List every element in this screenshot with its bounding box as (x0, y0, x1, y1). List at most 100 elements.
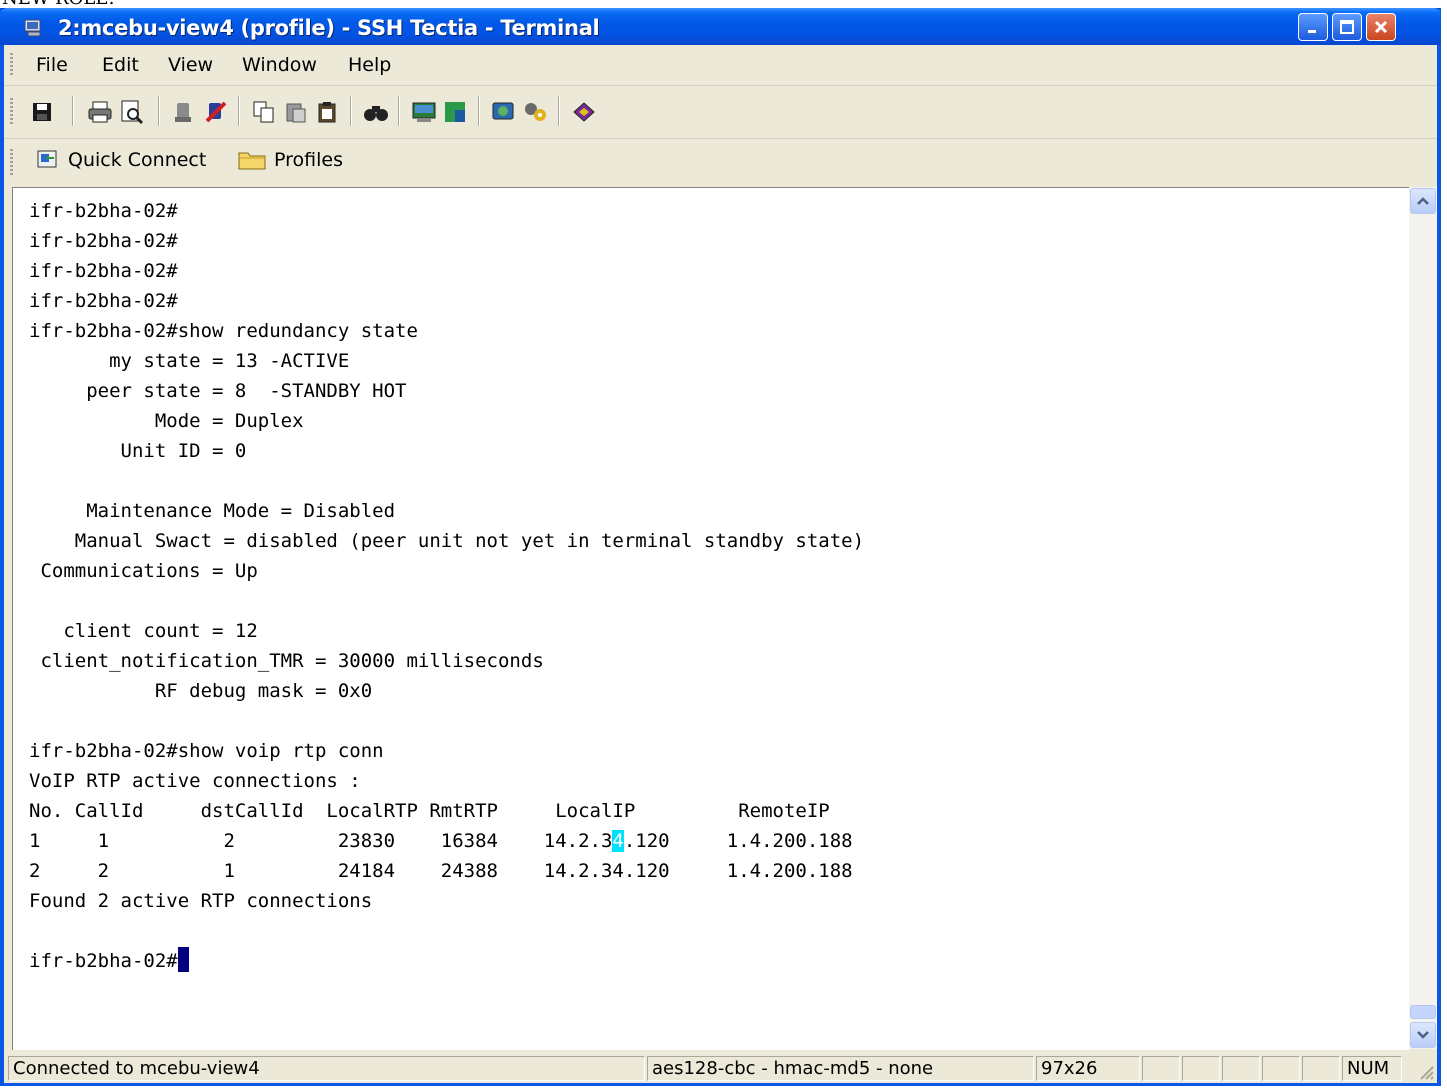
terminal-prompt: ifr-b2bha-02# (29, 950, 178, 972)
paste-special-button[interactable] (314, 98, 342, 126)
top-text-fragment: NEW ROLE: (0, 0, 1447, 8)
maximize-icon (1340, 20, 1354, 34)
status-panel-empty (1142, 1056, 1180, 1081)
terminal-line: Maintenance Mode = Disabled (29, 500, 396, 522)
chevron-down-icon (1417, 1031, 1429, 1039)
find-icon (364, 106, 388, 121)
print-preview-icon (121, 100, 144, 125)
toolbar-separator (558, 96, 560, 126)
quick-connect-button[interactable]: Quick Connect (36, 149, 206, 171)
terminal-prompt-line: ifr-b2bha-02# (29, 946, 864, 976)
status-panel-empty (1182, 1056, 1220, 1081)
menu-file[interactable]: File (36, 54, 68, 76)
folder-icon (238, 152, 266, 170)
terminal-area[interactable]: ifr-b2bha-02# ifr-b2bha-02# ifr-b2bha-02… (12, 187, 1409, 1050)
ssh-tectia-window: 2:mcebu-view4 (profile) - SSH Tectia - T… (0, 8, 1441, 1086)
toolbar-separator (72, 96, 74, 126)
settings-button[interactable] (490, 98, 518, 126)
toolbar-separator (398, 96, 400, 126)
connect-icon (175, 103, 191, 122)
terminal-line: Mode = Duplex (29, 410, 304, 432)
status-panel-empty (1262, 1056, 1300, 1081)
status-panel-empty (1222, 1056, 1260, 1081)
chevron-up-icon (1417, 197, 1429, 205)
menu-edit[interactable]: Edit (102, 54, 139, 76)
terminal-line: Manual Swact = disabled (peer unit not y… (29, 530, 865, 552)
quick-connect-icon (37, 150, 57, 168)
paste-button[interactable] (282, 98, 310, 126)
title-bar[interactable]: 2:mcebu-view4 (profile) - SSH Tectia - T… (0, 8, 1441, 45)
quickbar-grip[interactable] (10, 149, 13, 177)
settings-icon (492, 102, 514, 120)
terminal-line: ifr-b2bha-02#show redundancy state (29, 320, 418, 342)
menu-window[interactable]: Window (242, 54, 317, 76)
maximize-button[interactable] (1332, 13, 1362, 41)
terminal-line: client_notification_TMR = 30000 millisec… (29, 650, 544, 672)
paste-icon (286, 103, 306, 123)
profile-settings-button[interactable] (522, 98, 550, 126)
terminal-line: ifr-b2bha-02#show voip rtp conn (29, 740, 384, 762)
terminal-line: ifr-b2bha-02# (29, 260, 178, 282)
terminal-line: Communications = Up (29, 560, 258, 582)
terminal-line: my state = 13 -ACTIVE (29, 350, 350, 372)
new-file-transfer-button[interactable] (442, 98, 470, 126)
scroll-up-button[interactable] (1410, 188, 1436, 214)
help-button[interactable] (570, 98, 598, 126)
find-button[interactable] (362, 98, 390, 126)
terminal-line: No. CallId dstCallId LocalRTP RmtRTP Loc… (29, 800, 830, 822)
toolbar-separator (350, 96, 352, 126)
menu-help[interactable]: Help (348, 54, 391, 76)
terminal-line: peer state = 8 -STANDBY HOT (29, 380, 407, 402)
close-button[interactable] (1366, 13, 1396, 41)
terminal-line: RF debug mask = 0x0 (29, 680, 373, 702)
terminal-line: Unit ID = 0 (29, 440, 247, 462)
toolbar-separator (158, 96, 160, 126)
terminal-line: VoIP RTP active connections : (29, 770, 361, 792)
menu-help-label: Help (348, 54, 392, 76)
rtp-row-1-prefix: 1 1 2 23830 16384 14.2.3 (29, 830, 613, 852)
profiles-button[interactable]: Profiles (238, 149, 343, 171)
status-num-lock: NUM (1342, 1056, 1402, 1081)
terminal-output: ifr-b2bha-02# ifr-b2bha-02# ifr-b2bha-02… (29, 196, 864, 976)
scroll-thumb[interactable] (1410, 1005, 1436, 1019)
connect-button[interactable] (170, 98, 198, 126)
profiles-label: Profiles (274, 149, 343, 171)
menu-view[interactable]: View (168, 54, 213, 76)
save-button[interactable] (28, 98, 56, 126)
toolbar-separator (238, 96, 240, 126)
print-preview-button[interactable] (118, 98, 146, 126)
new-terminal-button[interactable] (410, 98, 438, 126)
help-icon (573, 102, 595, 122)
rtp-row-1-suffix: .120 1.4.200.188 (623, 830, 853, 852)
menu-file-label: File (36, 54, 68, 76)
status-panel-empty (1302, 1056, 1340, 1081)
scroll-down-button[interactable] (1410, 1022, 1436, 1048)
save-icon (33, 103, 51, 121)
menu-window-label: Window (242, 54, 317, 76)
terminal-line: Found 2 active RTP connections (29, 890, 373, 912)
minimize-button[interactable] (1298, 13, 1328, 41)
top-fragment-text: NEW ROLE: (2, 0, 115, 8)
terminal-line: client count = 12 (29, 620, 258, 642)
copy-icon (253, 101, 274, 123)
toolbar-grip[interactable] (10, 98, 13, 126)
close-icon (1374, 20, 1388, 34)
menubar-grip[interactable] (10, 53, 13, 77)
quick-connect-bar: Quick Connect Profiles (4, 139, 394, 185)
menu-bar: File Edit View Window Help (4, 45, 1437, 86)
window-title: 2:mcebu-view4 (profile) - SSH Tectia - T… (58, 16, 600, 40)
toolbar-separator (478, 96, 480, 126)
terminal-line: ifr-b2bha-02# (29, 200, 178, 222)
resize-grip-icon[interactable] (1417, 1063, 1435, 1081)
terminal-app-icon (24, 19, 41, 37)
copy-button[interactable] (250, 98, 278, 126)
vertical-scrollbar[interactable] (1409, 187, 1437, 1049)
status-bar: Connected to mcebu-view4 aes128-cbc - hm… (4, 1053, 1437, 1083)
print-button[interactable] (86, 98, 114, 126)
selection-highlight: 4 (612, 830, 624, 852)
new-terminal-icon (412, 102, 436, 122)
disconnect-button[interactable] (202, 98, 230, 126)
